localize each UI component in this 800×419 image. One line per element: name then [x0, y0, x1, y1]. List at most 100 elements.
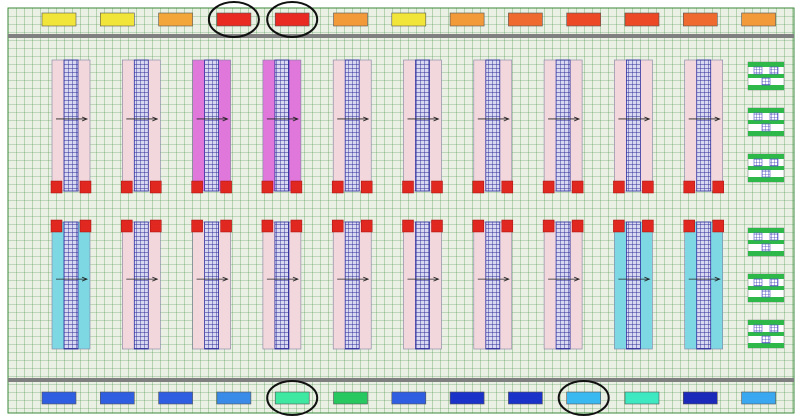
upper-pad-left — [402, 180, 414, 194]
top-swatch — [100, 12, 135, 27]
top-rail — [8, 34, 794, 38]
side-module-band-top — [748, 320, 784, 325]
lower-pad-left — [50, 219, 63, 233]
upper-pad-left — [542, 180, 555, 194]
side-module-band-mid — [748, 120, 784, 124]
top-swatch — [741, 12, 776, 27]
side-module-band-bottom — [748, 85, 784, 90]
side-module-tile — [769, 158, 779, 167]
upper-pad-left — [121, 180, 133, 194]
upper-column-core — [415, 59, 430, 192]
top-swatch — [216, 12, 252, 27]
side-module-band-bottom — [748, 131, 784, 136]
top-swatch — [449, 12, 485, 27]
upper-pad-right — [431, 180, 443, 194]
upper-pad-right — [220, 180, 232, 194]
side-module-band-mid — [748, 74, 784, 78]
bottom-swatch — [274, 391, 310, 405]
upper-pad-left — [683, 180, 695, 194]
side-module-tile — [769, 66, 779, 75]
side-module-tile — [753, 278, 763, 287]
upper-column-core — [63, 59, 79, 192]
lower-column-core — [204, 221, 220, 350]
lower-column-core — [133, 221, 149, 350]
upper-pad-right — [79, 180, 92, 194]
side-module-band-bottom — [748, 177, 784, 182]
side-module-band-top — [748, 62, 784, 67]
lower-pad-right — [290, 219, 303, 233]
side-module-band-mid — [748, 332, 784, 336]
upper-column-core — [696, 59, 712, 192]
lower-pad-left — [121, 219, 133, 233]
bottom-swatch — [741, 391, 776, 405]
side-module-tile — [753, 324, 763, 333]
upper-column-core — [344, 59, 360, 192]
upper-pad-left — [472, 180, 485, 194]
bottom-rail — [8, 378, 794, 382]
bottom-swatch — [391, 391, 427, 405]
side-module-tile — [769, 278, 779, 287]
upper-pad-right — [642, 180, 654, 194]
upper-pad-right — [150, 180, 162, 194]
upper-pad-right — [712, 180, 724, 194]
lower-pad-right — [360, 219, 373, 233]
upper-column-core — [204, 59, 220, 192]
top-swatch — [682, 12, 718, 27]
lower-pad-left — [542, 219, 555, 233]
upper-pad-left — [191, 180, 203, 194]
upper-column-core — [555, 59, 571, 192]
upper-pad-left — [613, 180, 625, 194]
bottom-swatch — [333, 391, 368, 405]
bottom-swatch — [624, 391, 660, 405]
upper-pad-right — [501, 180, 514, 194]
upper-column-core — [274, 59, 290, 192]
side-module-tile — [761, 77, 771, 86]
lower-column-core — [63, 221, 79, 350]
lower-column-core — [415, 221, 430, 350]
bottom-swatch — [682, 391, 718, 405]
lower-column-core — [696, 221, 712, 350]
top-swatch — [274, 12, 310, 27]
top-swatch — [566, 12, 602, 27]
side-module-band-mid — [748, 286, 784, 290]
upper-pad-left — [50, 180, 63, 194]
lower-pad-right — [642, 219, 654, 233]
top-swatch — [391, 12, 427, 27]
side-module-band-bottom — [748, 297, 784, 302]
top-swatch — [158, 12, 193, 27]
lower-pad-left — [472, 219, 485, 233]
lower-column-core — [344, 221, 360, 350]
side-module-tile — [769, 324, 779, 333]
bottom-swatch — [158, 391, 193, 405]
side-module-tile — [761, 289, 771, 298]
top-swatch — [508, 12, 543, 27]
lower-pad-left — [331, 219, 344, 233]
side-module-tile — [753, 232, 763, 241]
upper-column-core — [133, 59, 149, 192]
lower-column-core — [626, 221, 641, 350]
side-module-band-bottom — [748, 251, 784, 256]
lower-pad-right — [501, 219, 514, 233]
side-module-band-top — [748, 108, 784, 113]
side-module-band-top — [748, 274, 784, 279]
upper-pad-right — [360, 180, 373, 194]
bottom-swatch — [100, 391, 135, 405]
bottom-swatch — [449, 391, 485, 405]
bottom-swatch — [216, 391, 252, 405]
layout-diagram — [0, 0, 800, 419]
lower-column-core — [555, 221, 571, 350]
side-module-band-bottom — [748, 343, 784, 348]
side-module-band-top — [748, 228, 784, 233]
lower-pad-right — [431, 219, 443, 233]
top-swatch — [333, 12, 368, 27]
lower-pad-right — [150, 219, 162, 233]
top-swatch — [624, 12, 660, 27]
upper-pad-right — [290, 180, 303, 194]
side-module-tile — [753, 158, 763, 167]
side-module-band-mid — [748, 240, 784, 244]
lower-pad-right — [712, 219, 724, 233]
diagram-canvas — [7, 1, 795, 416]
side-module-tile — [753, 112, 763, 121]
side-module-tile — [761, 335, 771, 344]
lower-pad-right — [79, 219, 92, 233]
